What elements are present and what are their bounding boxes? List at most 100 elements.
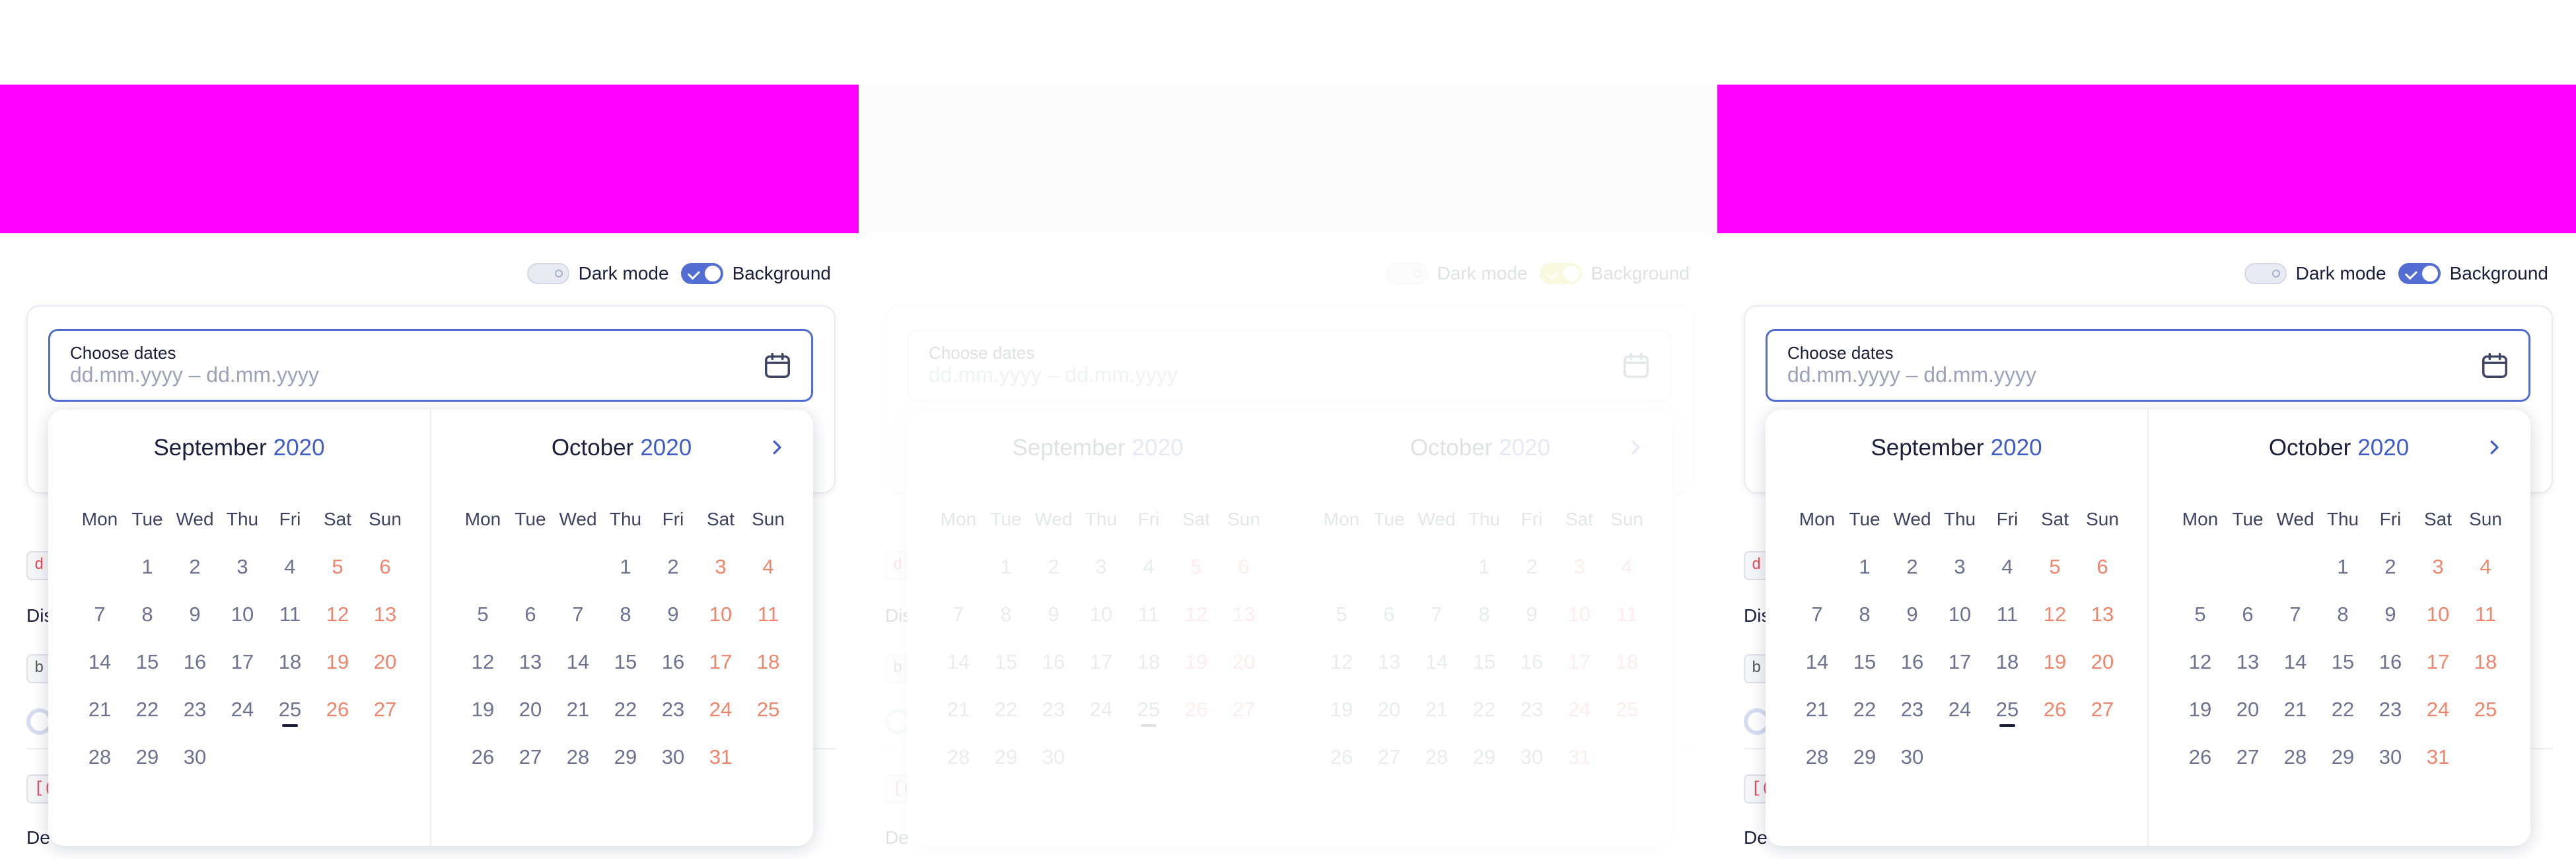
day-cell[interactable]: 6 xyxy=(1220,543,1268,591)
day-cell[interactable]: 23 xyxy=(649,686,697,733)
day-cell[interactable]: 18 xyxy=(1125,638,1172,686)
day-cell[interactable]: 26 xyxy=(459,733,507,781)
background-switch[interactable] xyxy=(2398,263,2441,284)
day-cell[interactable]: 4 xyxy=(266,543,314,591)
day-cell[interactable]: 18 xyxy=(266,638,314,686)
day-cell[interactable]: 5 xyxy=(314,543,361,591)
day-cell[interactable]: 9 xyxy=(2367,591,2414,638)
day-cell[interactable]: 23 xyxy=(1888,686,1936,733)
day-cell[interactable]: 11 xyxy=(744,591,792,638)
day-cell[interactable]: 25 xyxy=(1984,686,2031,733)
day-cell[interactable]: 12 xyxy=(2176,638,2224,686)
day-cell[interactable]: 15 xyxy=(2319,638,2367,686)
day-cell[interactable]: 28 xyxy=(1413,733,1460,781)
day-cell[interactable]: 5 xyxy=(2031,543,2079,591)
date-range-input[interactable]: Choose dates xyxy=(907,329,1672,402)
day-cell[interactable]: 8 xyxy=(2319,591,2367,638)
day-cell[interactable]: 21 xyxy=(2272,686,2319,733)
day-cell[interactable]: 25 xyxy=(1603,686,1651,733)
day-cell[interactable]: 27 xyxy=(361,686,409,733)
dark-mode-toggle[interactable]: Dark mode xyxy=(526,263,669,284)
calendar-icon[interactable] xyxy=(2480,350,2510,381)
day-cell[interactable]: 22 xyxy=(982,686,1030,733)
day-cell[interactable]: 30 xyxy=(649,733,697,781)
day-cell[interactable]: 10 xyxy=(219,591,266,638)
day-cell[interactable]: 16 xyxy=(1508,638,1556,686)
date-range-field[interactable] xyxy=(1783,363,2452,387)
day-cell[interactable]: 21 xyxy=(1413,686,1460,733)
day-cell[interactable]: 20 xyxy=(2079,638,2126,686)
day-cell[interactable]: 30 xyxy=(171,733,219,781)
day-cell[interactable]: 10 xyxy=(1077,591,1125,638)
day-cell[interactable]: 11 xyxy=(2462,591,2509,638)
day-cell[interactable]: 24 xyxy=(219,686,266,733)
month-year[interactable]: 2020 xyxy=(273,435,325,461)
day-cell[interactable]: 18 xyxy=(1984,638,2031,686)
day-cell[interactable]: 9 xyxy=(171,591,219,638)
day-cell[interactable]: 4 xyxy=(1984,543,2031,591)
day-cell[interactable]: 13 xyxy=(507,638,554,686)
day-cell[interactable]: 17 xyxy=(1556,638,1603,686)
day-cell[interactable]: 20 xyxy=(1220,638,1268,686)
calendar-icon[interactable] xyxy=(1621,350,1651,381)
dark-mode-switch[interactable] xyxy=(1385,263,1428,284)
day-cell[interactable]: 25 xyxy=(2462,686,2509,733)
day-cell[interactable]: 29 xyxy=(982,733,1030,781)
day-cell[interactable]: 9 xyxy=(1508,591,1556,638)
day-cell[interactable]: 15 xyxy=(982,638,1030,686)
day-cell[interactable]: 16 xyxy=(2367,638,2414,686)
day-cell[interactable]: 6 xyxy=(2224,591,2272,638)
day-cell[interactable]: 3 xyxy=(219,543,266,591)
day-cell[interactable]: 30 xyxy=(1030,733,1077,781)
day-cell[interactable]: 12 xyxy=(2031,591,2079,638)
day-cell[interactable]: 19 xyxy=(1172,638,1220,686)
day-cell[interactable]: 15 xyxy=(124,638,171,686)
day-cell[interactable]: 27 xyxy=(1365,733,1413,781)
day-cell[interactable]: 28 xyxy=(76,733,124,781)
day-cell[interactable]: 12 xyxy=(314,591,361,638)
day-cell[interactable]: 15 xyxy=(1460,638,1508,686)
day-cell[interactable]: 28 xyxy=(935,733,982,781)
day-cell[interactable]: 7 xyxy=(1793,591,1841,638)
day-cell[interactable]: 8 xyxy=(124,591,171,638)
day-cell[interactable]: 20 xyxy=(507,686,554,733)
day-cell[interactable]: 4 xyxy=(1125,543,1172,591)
day-cell[interactable]: 17 xyxy=(2414,638,2462,686)
day-cell[interactable]: 9 xyxy=(649,591,697,638)
month-year[interactable]: 2020 xyxy=(1991,435,2042,461)
day-cell[interactable]: 1 xyxy=(982,543,1030,591)
day-cell[interactable]: 12 xyxy=(1172,591,1220,638)
day-cell[interactable]: 12 xyxy=(459,638,507,686)
day-cell[interactable]: 14 xyxy=(554,638,602,686)
day-cell[interactable]: 6 xyxy=(507,591,554,638)
day-cell[interactable]: 30 xyxy=(1508,733,1556,781)
day-cell[interactable]: 22 xyxy=(1460,686,1508,733)
day-cell[interactable]: 21 xyxy=(1793,686,1841,733)
day-cell[interactable]: 31 xyxy=(1556,733,1603,781)
day-cell[interactable]: 10 xyxy=(2414,591,2462,638)
calendar-icon[interactable] xyxy=(762,350,793,381)
day-cell[interactable]: 2 xyxy=(1888,543,1936,591)
day-cell[interactable]: 1 xyxy=(2319,543,2367,591)
day-cell[interactable]: 13 xyxy=(361,591,409,638)
day-cell[interactable]: 22 xyxy=(124,686,171,733)
day-cell[interactable]: 5 xyxy=(1172,543,1220,591)
chevron-right-icon[interactable] xyxy=(767,437,787,457)
day-cell[interactable]: 21 xyxy=(935,686,982,733)
day-cell[interactable]: 31 xyxy=(697,733,744,781)
day-cell[interactable]: 3 xyxy=(1077,543,1125,591)
day-cell[interactable]: 7 xyxy=(554,591,602,638)
day-cell[interactable]: 22 xyxy=(1841,686,1888,733)
day-cell[interactable]: 28 xyxy=(1793,733,1841,781)
day-cell[interactable]: 6 xyxy=(361,543,409,591)
day-cell[interactable]: 14 xyxy=(2272,638,2319,686)
day-cell[interactable]: 29 xyxy=(2319,733,2367,781)
month-year[interactable]: 2020 xyxy=(1132,435,1184,461)
day-cell[interactable]: 20 xyxy=(1365,686,1413,733)
day-cell[interactable]: 27 xyxy=(2079,686,2126,733)
day-cell[interactable]: 1 xyxy=(124,543,171,591)
day-cell[interactable]: 26 xyxy=(2176,733,2224,781)
day-cell[interactable]: 30 xyxy=(1888,733,1936,781)
day-cell[interactable]: 17 xyxy=(1936,638,1984,686)
day-cell[interactable]: 19 xyxy=(314,638,361,686)
